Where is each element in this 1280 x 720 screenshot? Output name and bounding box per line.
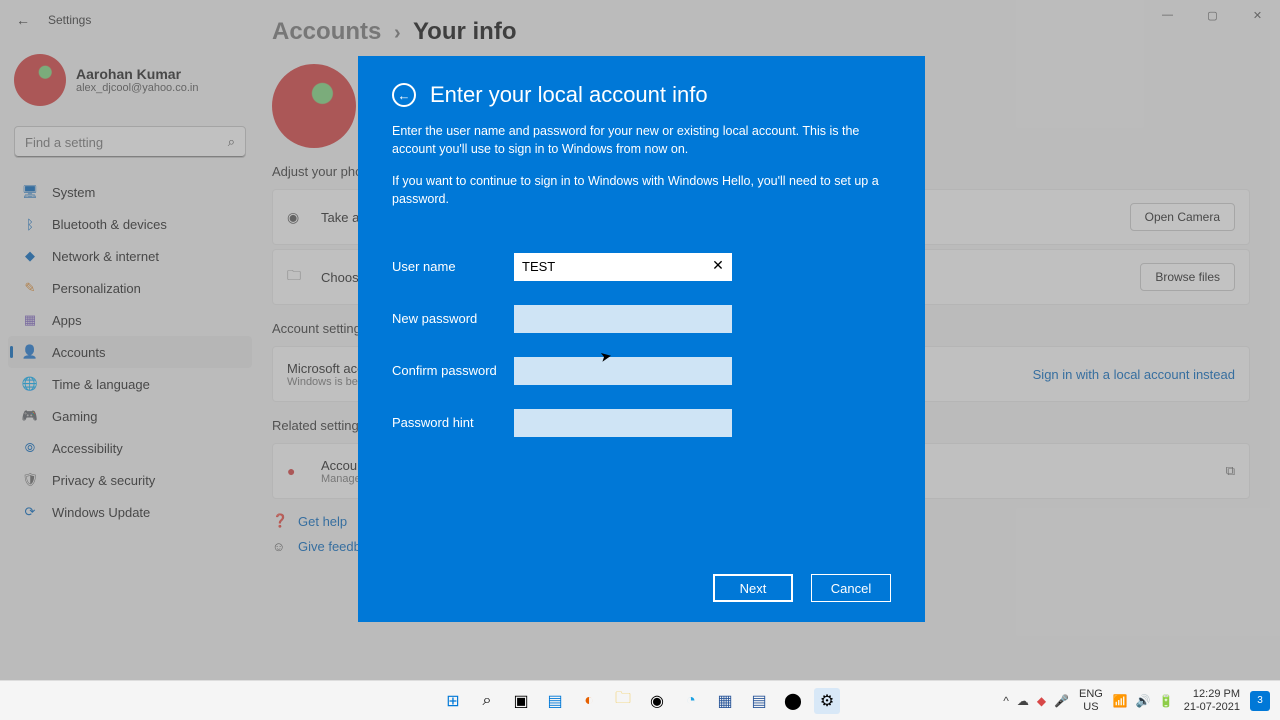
- taskbar-right: ^ ☁ ◆ 🎤 ENG US 📶 🔊 🔋 12:29 PM 21-07-2021…: [1003, 688, 1270, 712]
- notification-badge[interactable]: 3: [1250, 691, 1270, 711]
- username-label: User name: [392, 259, 514, 274]
- language-indicator[interactable]: ENG US: [1079, 688, 1103, 712]
- modal-back-button[interactable]: ←: [392, 83, 416, 107]
- cancel-button[interactable]: Cancel: [811, 574, 891, 602]
- obs-icon[interactable]: ⬤: [780, 688, 806, 714]
- network-volume-tray[interactable]: 📶 🔊 🔋: [1113, 694, 1174, 708]
- word-icon[interactable]: ▦: [712, 688, 738, 714]
- taskview-button[interactable]: ▣: [508, 688, 534, 714]
- clear-icon[interactable]: ✕: [708, 256, 728, 276]
- system-tray[interactable]: ^ ☁ ◆ 🎤: [1003, 694, 1069, 708]
- firefox-icon[interactable]: ◐: [576, 688, 602, 714]
- modal-desc-1: Enter the user name and password for you…: [392, 122, 891, 158]
- search-button[interactable]: ⌕: [474, 688, 500, 714]
- tray-app-icon[interactable]: ◆: [1037, 694, 1046, 708]
- username-input-wrap: ✕: [514, 253, 732, 281]
- new-password-input[interactable]: [514, 305, 732, 333]
- widgets-button[interactable]: ▤: [542, 688, 568, 714]
- confirm-password-input[interactable]: [514, 357, 732, 385]
- chrome-icon[interactable]: ◉: [644, 688, 670, 714]
- local-account-modal: ← Enter your local account info Enter th…: [358, 56, 925, 622]
- explorer-icon[interactable]: 🗀: [610, 688, 636, 714]
- confirm-password-label: Confirm password: [392, 363, 514, 378]
- clock[interactable]: 12:29 PM 21-07-2021: [1184, 688, 1240, 712]
- battery-icon: 🔋: [1159, 694, 1174, 708]
- username-input[interactable]: [514, 253, 732, 281]
- password-hint-input[interactable]: [514, 409, 732, 437]
- onedrive-icon[interactable]: ☁: [1017, 694, 1029, 708]
- next-button[interactable]: Next: [713, 574, 793, 602]
- mic-icon[interactable]: 🎤: [1054, 694, 1069, 708]
- taskbar: ⊞ ⌕ ▣ ▤ ◐ 🗀 ◉ ◔ ▦ ▤ ⬤ ⚙ ^ ☁ ◆ 🎤 ENG US 📶…: [0, 680, 1280, 720]
- password-hint-input-wrap: [514, 409, 732, 437]
- app-icon[interactable]: ▤: [746, 688, 772, 714]
- confirm-password-input-wrap: [514, 357, 732, 385]
- volume-icon: 🔊: [1136, 694, 1151, 708]
- edge-icon[interactable]: ◔: [678, 688, 704, 714]
- password-hint-label: Password hint: [392, 415, 514, 430]
- new-password-input-wrap: [514, 305, 732, 333]
- start-button[interactable]: ⊞: [440, 688, 466, 714]
- chevron-up-icon[interactable]: ^: [1003, 694, 1009, 708]
- modal-title: Enter your local account info: [430, 82, 708, 108]
- new-password-label: New password: [392, 311, 514, 326]
- modal-desc-2: If you want to continue to sign in to Wi…: [392, 172, 891, 208]
- taskbar-center: ⊞ ⌕ ▣ ▤ ◐ 🗀 ◉ ◔ ▦ ▤ ⬤ ⚙: [440, 688, 840, 714]
- cursor-icon: ➤: [599, 347, 614, 366]
- wifi-tray-icon: 📶: [1113, 694, 1128, 708]
- settings-taskbar-icon[interactable]: ⚙: [814, 688, 840, 714]
